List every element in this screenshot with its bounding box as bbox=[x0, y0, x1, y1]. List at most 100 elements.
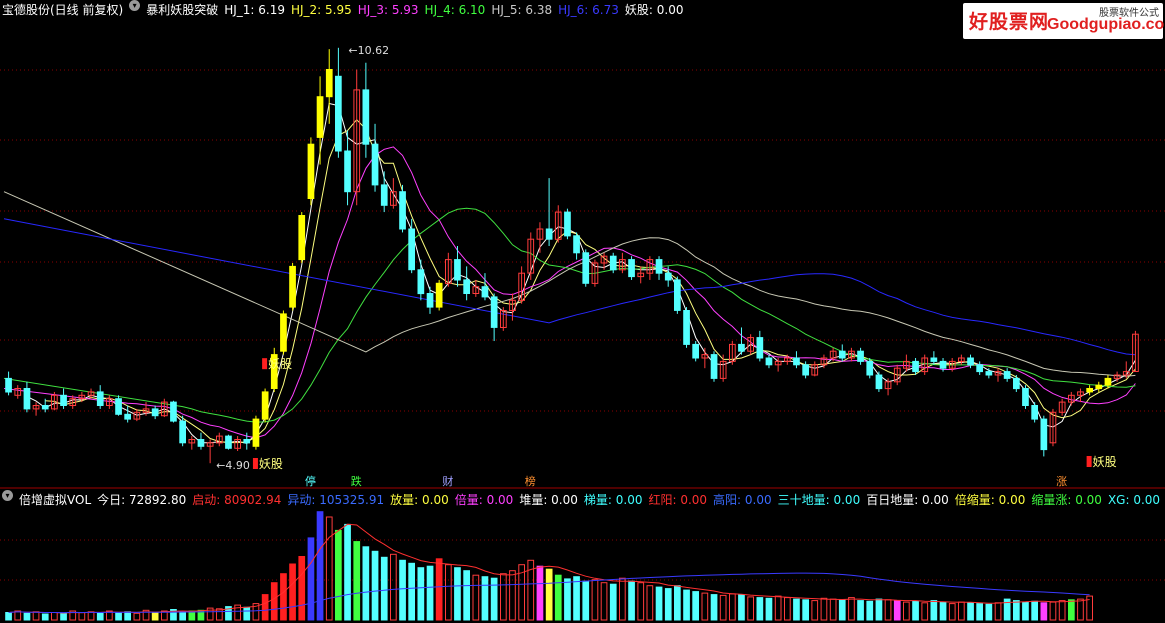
volume-bar bbox=[133, 612, 141, 621]
volume-bar bbox=[774, 595, 782, 621]
volume-bar bbox=[820, 597, 828, 621]
candle-body bbox=[179, 420, 187, 444]
vol-item-8: 高阳: 0.00 bbox=[713, 493, 772, 507]
volume-bar bbox=[664, 588, 672, 621]
volume-bar bbox=[41, 613, 49, 621]
volume-bar bbox=[115, 612, 122, 621]
candle-body bbox=[280, 313, 287, 352]
volume-bar bbox=[784, 597, 791, 621]
candle-body bbox=[564, 211, 571, 237]
event-marker: 榜 bbox=[525, 474, 536, 488]
candle-body bbox=[674, 279, 681, 311]
vol-item-10: 百日地量: 0.00 bbox=[866, 493, 949, 507]
vol-item-2: 异动: 105325.91 bbox=[287, 493, 385, 507]
candle-body bbox=[481, 286, 489, 298]
volume-bar bbox=[325, 516, 333, 621]
candle-body bbox=[435, 282, 443, 308]
volume-bar bbox=[344, 523, 351, 621]
volume-bar bbox=[151, 612, 159, 621]
volume-bar bbox=[500, 573, 507, 621]
volume-bar bbox=[1049, 601, 1057, 621]
candle-body bbox=[426, 293, 434, 308]
volume-bar bbox=[811, 600, 819, 621]
volume-bar bbox=[948, 603, 956, 621]
vol-item-4: 倍量: 0.00 bbox=[454, 493, 514, 507]
candle-body bbox=[545, 228, 553, 240]
candle-body bbox=[1040, 418, 1048, 451]
volume-bar bbox=[729, 593, 736, 621]
candle-body bbox=[417, 269, 425, 295]
candle-body bbox=[838, 350, 846, 359]
volume-bar bbox=[87, 611, 95, 621]
volume-bar bbox=[307, 537, 315, 621]
volume-bar bbox=[545, 568, 553, 621]
candle-body bbox=[170, 401, 177, 422]
volume-bar bbox=[1058, 600, 1066, 621]
candle-body bbox=[151, 408, 159, 417]
volume-bar bbox=[985, 603, 993, 621]
volume-bar bbox=[554, 574, 562, 621]
volume-bar bbox=[875, 598, 883, 621]
volume-bar bbox=[5, 612, 12, 621]
yaogu-tag: 妖股 bbox=[268, 357, 292, 371]
volume-bar bbox=[124, 611, 132, 621]
menu-circle-icon[interactable]: ▾ bbox=[2, 490, 13, 501]
candle-body bbox=[756, 337, 764, 359]
volume-bar bbox=[362, 546, 370, 621]
event-marker: 跌 bbox=[351, 474, 362, 488]
volume-bar bbox=[380, 556, 388, 621]
volume-bar bbox=[710, 594, 718, 621]
volume-bar bbox=[261, 594, 269, 621]
yaogu-tag: 妖股 bbox=[259, 457, 283, 471]
volume-header: ▾ 倍增虚拟VOL 今日: 72892.80 启动: 80902.94 异动: … bbox=[0, 490, 1160, 510]
yaogu-tag: 妖股 bbox=[1093, 455, 1117, 469]
candle-body bbox=[912, 360, 919, 373]
candle-body bbox=[710, 354, 718, 379]
volume-bar bbox=[390, 553, 397, 621]
volume-bar bbox=[866, 600, 874, 621]
candle-body bbox=[252, 418, 260, 447]
event-marker: 停 bbox=[305, 474, 316, 488]
volume-bar bbox=[353, 541, 361, 621]
candle-body bbox=[802, 364, 809, 376]
vol-item-6: 梯量: 0.00 bbox=[583, 493, 643, 507]
volume-bar bbox=[454, 567, 461, 621]
volume-bar bbox=[646, 585, 654, 621]
vol-item-0: 今日: 72892.80 bbox=[97, 493, 187, 507]
volume-bar bbox=[1013, 600, 1020, 621]
event-marker: 涨 bbox=[1056, 475, 1067, 488]
volume-bar bbox=[628, 580, 635, 621]
volume-bar bbox=[903, 601, 910, 621]
volume-bar bbox=[270, 582, 278, 621]
volume-bar bbox=[417, 567, 425, 621]
candle-body bbox=[115, 398, 122, 415]
high-price-label: ←10.62 bbox=[348, 44, 389, 57]
volume-bar bbox=[371, 550, 379, 621]
candle-body bbox=[243, 439, 251, 444]
volume-bar bbox=[838, 599, 846, 621]
volume-bar bbox=[463, 570, 470, 621]
volume-bar bbox=[78, 612, 86, 621]
price-volume-chart: ←10.62←4.90妖股妖股 妖股停跌财榜涨 bbox=[0, 44, 1165, 621]
candle-body bbox=[41, 405, 49, 410]
volume-bar bbox=[1077, 598, 1084, 621]
volume-bar bbox=[829, 598, 837, 621]
candle-body bbox=[930, 357, 938, 362]
candle-body bbox=[261, 391, 269, 420]
volume-bar bbox=[619, 577, 626, 621]
candle-body bbox=[1013, 377, 1020, 390]
candle-body bbox=[664, 272, 672, 281]
candle-body bbox=[399, 191, 406, 230]
volume-bar bbox=[582, 580, 590, 621]
vol-item-3: 放量: 0.00 bbox=[390, 493, 449, 507]
volume-bar bbox=[994, 602, 1002, 621]
candle-body bbox=[1095, 384, 1103, 390]
candle-body bbox=[976, 364, 983, 373]
candle-body bbox=[609, 255, 617, 271]
candle-body bbox=[124, 413, 132, 420]
volume-bar bbox=[481, 576, 489, 621]
volume-indicator-name[interactable]: 倍增虚拟VOL bbox=[19, 490, 91, 510]
vol-item-12: 缩量涨: 0.00 bbox=[1031, 493, 1102, 507]
candle-body bbox=[325, 69, 333, 98]
candle-body bbox=[692, 343, 699, 359]
